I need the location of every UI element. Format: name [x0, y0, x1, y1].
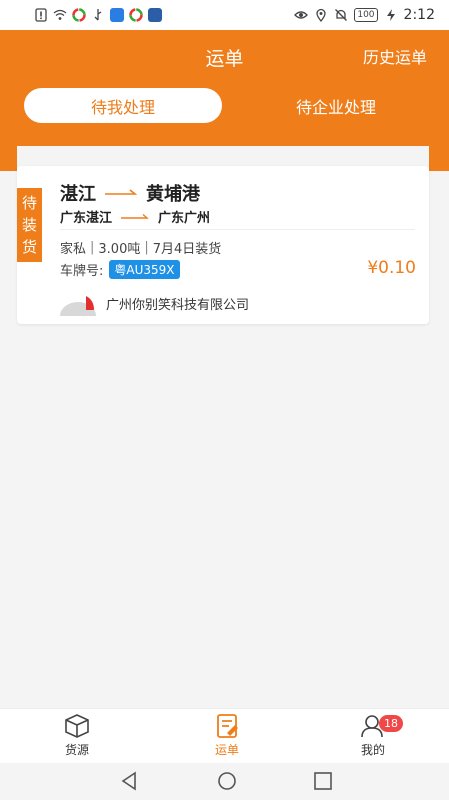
route-sub: 广东湛江 广东广州 — [60, 207, 210, 226]
recents-icon[interactable] — [311, 769, 335, 793]
origin-region: 广东湛江 — [60, 211, 113, 226]
origin-city: 湛江 — [60, 184, 96, 205]
status-tag-char: 货 — [21, 238, 37, 256]
notification-badge: 18 — [379, 715, 403, 732]
load-date: 7月4日装货 — [152, 242, 222, 257]
battery-indicator: 100 — [354, 8, 378, 22]
divider — [60, 229, 415, 230]
notification-icon — [35, 8, 47, 22]
cargo-type: 家私 — [60, 242, 87, 257]
separator: | — [90, 240, 95, 255]
status-tag-char: 待 — [21, 194, 37, 212]
status-tag: 待 装 货 — [17, 188, 42, 262]
box-icon — [65, 714, 89, 738]
nav-label: 运单 — [214, 743, 239, 757]
eye-icon — [294, 11, 309, 19]
nav-waybill[interactable]: 运单 — [177, 709, 277, 764]
company-info: 广州你别笑科技有限公司 — [60, 290, 249, 316]
cargo-weight: 3.00吨 — [98, 242, 141, 257]
usb-icon — [94, 9, 102, 21]
mute-bell-icon — [335, 9, 348, 21]
app-icon-blue — [110, 8, 124, 22]
plate-label: 车牌号: — [60, 264, 104, 279]
bottom-nav: 货源 运单 我的 18 — [0, 708, 449, 763]
location-icon — [316, 8, 327, 22]
status-bar: 100 2:12 — [0, 0, 449, 30]
separator: | — [144, 240, 149, 255]
app-icon-navy — [148, 8, 162, 22]
status-right: 100 2:12 — [294, 7, 435, 23]
status-left — [34, 8, 162, 22]
nav-profile[interactable]: 我的 18 — [323, 709, 423, 764]
nav-label: 货源 — [64, 743, 89, 757]
nav-cargo-source[interactable]: 货源 — [27, 709, 127, 764]
home-icon[interactable] — [215, 769, 239, 793]
company-name: 广州你别笑科技有限公司 — [106, 297, 250, 313]
destination-city: 黄埔港 — [146, 184, 200, 205]
company-avatar — [60, 290, 96, 316]
tab-pending-me[interactable]: 待我处理 — [24, 88, 222, 123]
tab-row: 待我处理 待企业处理 — [0, 88, 449, 124]
status-time: 2:12 — [403, 7, 435, 23]
plate-info: 车牌号: 粤AU359X — [60, 260, 180, 279]
nav-label: 我的 — [360, 743, 385, 757]
route-main: 湛江 黄埔港 — [60, 180, 200, 206]
waybill-icon — [217, 714, 238, 738]
back-icon[interactable] — [118, 769, 142, 793]
destination-region: 广东广州 — [158, 211, 211, 226]
waybill-list: 待 装 货 湛江 黄埔港 广东湛江 广东广州 家私 | 3.00吨 | 7月4日… — [17, 146, 429, 706]
route-arrow-icon-small — [121, 213, 149, 219]
colorful-app-icon-2 — [129, 8, 143, 22]
waybill-card[interactable]: 待 装 货 湛江 黄埔港 广东湛江 广东广州 家私 | 3.00吨 | 7月4日… — [17, 166, 429, 324]
cargo-info: 家私 | 3.00吨 | 7月4日装货 — [60, 238, 221, 257]
plate-badge: 粤AU359X — [109, 260, 180, 279]
history-waybill-link[interactable]: 历史运单 — [363, 44, 427, 68]
route-arrow-icon — [105, 189, 138, 195]
tab-pending-company[interactable]: 待企业处理 — [246, 88, 426, 123]
charging-icon — [386, 9, 395, 21]
freight-price: ¥0.10 — [367, 258, 416, 278]
wifi-icon — [53, 9, 67, 20]
colorful-app-icon — [72, 8, 86, 22]
system-nav — [0, 763, 449, 800]
status-tag-char: 装 — [21, 216, 37, 234]
